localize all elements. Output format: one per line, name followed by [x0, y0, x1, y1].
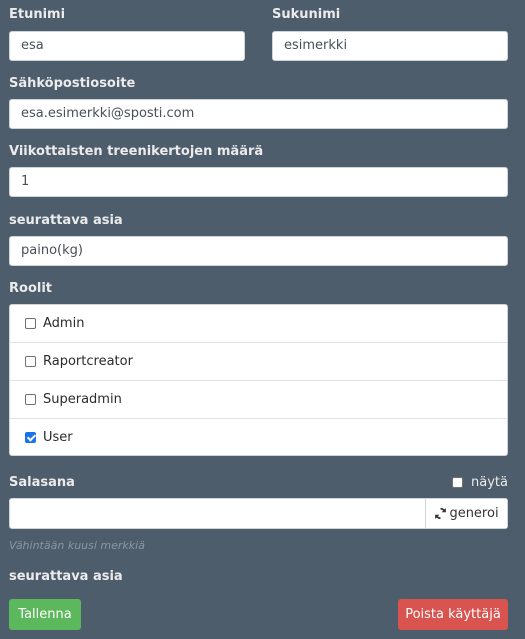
password-hint: Vähintään kuusi merkkiä [9, 539, 145, 552]
first-name-label: Etunimi [9, 7, 66, 22]
password-input-group: generoi [9, 498, 508, 529]
save-button[interactable]: Tallenna [9, 599, 81, 630]
role-item-user[interactable]: User [10, 418, 507, 456]
password-input[interactable] [10, 499, 425, 528]
generate-password-label: generoi [449, 506, 499, 521]
last-name-input[interactable]: esimerkki [272, 31, 508, 61]
show-password-toggle[interactable]: näytä [452, 475, 508, 490]
refresh-icon [435, 507, 447, 520]
role-item-admin[interactable]: Admin [10, 305, 507, 343]
show-password-checkbox[interactable] [452, 477, 464, 488]
weekly-trainings-label: Viikottaisten treenikertojen määrä [9, 144, 264, 159]
role-label-user: User [43, 429, 73, 445]
tracked-item-label: seurattava asia [9, 213, 123, 228]
last-name-label: Sukunimi [272, 7, 341, 22]
role-checkbox-superadmin[interactable] [25, 394, 36, 405]
role-label-admin: Admin [43, 316, 85, 331]
weekly-trainings-input[interactable]: 1 [9, 167, 508, 197]
roles-list: Admin Raportcreator Superadmin User [9, 304, 508, 456]
first-name-input[interactable]: esa [9, 31, 245, 61]
role-checkbox-user[interactable] [25, 431, 36, 443]
tracked-item-input[interactable]: paino(kg) [9, 236, 508, 266]
delete-user-button[interactable]: Poista käyttäjä [398, 599, 508, 630]
role-item-raportcreator[interactable]: Raportcreator [10, 343, 507, 381]
tracked-item-footer-label: seurattava asia [9, 569, 123, 584]
show-password-label: näytä [471, 475, 508, 490]
role-item-superadmin[interactable]: Superadmin [10, 381, 507, 419]
email-label: Sähköpostiosoite [9, 76, 136, 91]
role-label-raportcreator: Raportcreator [43, 354, 133, 369]
role-label-superadmin: Superadmin [43, 392, 122, 407]
email-input[interactable]: esa.esimerkki@sposti.com [9, 99, 508, 129]
generate-password-button[interactable]: generoi [425, 499, 507, 528]
roles-label: Roolit [9, 281, 52, 296]
role-checkbox-raportcreator[interactable] [25, 356, 36, 367]
password-label: Salasana [9, 475, 75, 490]
role-checkbox-admin[interactable] [25, 318, 36, 329]
